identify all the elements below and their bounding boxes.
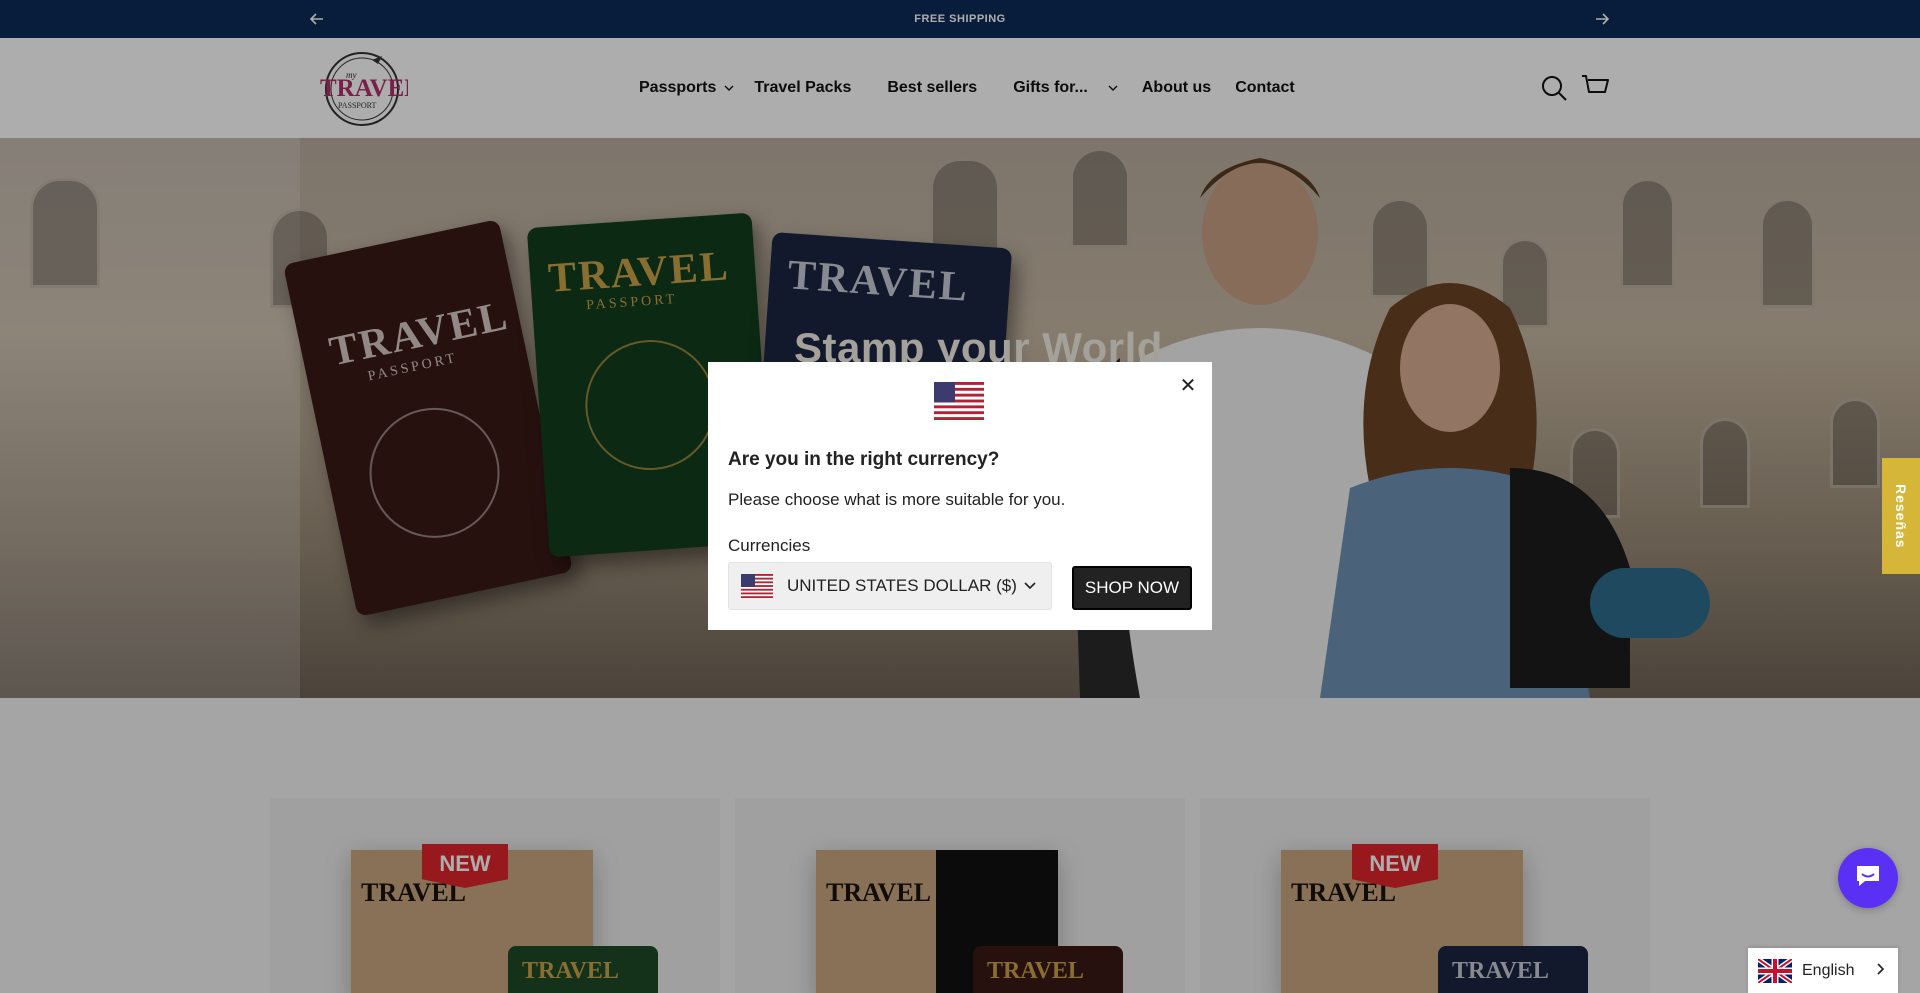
reviews-tab-label: Reseñas: [1893, 483, 1909, 549]
close-icon[interactable]: ✕: [1176, 374, 1200, 398]
currency-selected-value: UNITED STATES DOLLAR ($): [787, 576, 1017, 595]
currency-hint: Please choose what is more suitable for …: [728, 490, 1066, 509]
uk-flag-icon: [1756, 956, 1794, 985]
currency-select[interactable]: UNITED STATES DOLLAR ($): [728, 562, 1052, 610]
chevron-right-icon: [1876, 962, 1886, 979]
chevron-down-icon: [1021, 576, 1039, 594]
us-flag-icon: [741, 574, 773, 598]
currency-label: Currencies: [728, 536, 811, 555]
chat-button[interactable]: [1838, 848, 1898, 908]
us-flag-icon: [934, 382, 984, 420]
language-selector[interactable]: English: [1748, 948, 1898, 993]
currency-modal: ✕ Are you in the right currency? Please …: [708, 362, 1212, 630]
currency-question: Are you in the right currency?: [728, 449, 1000, 470]
shop-now-button[interactable]: SHOP NOW: [1072, 566, 1192, 610]
chat-bubble-icon: [1853, 862, 1883, 895]
reviews-tab[interactable]: Reseñas: [1882, 458, 1920, 574]
language-selected-value: English: [1802, 961, 1855, 979]
